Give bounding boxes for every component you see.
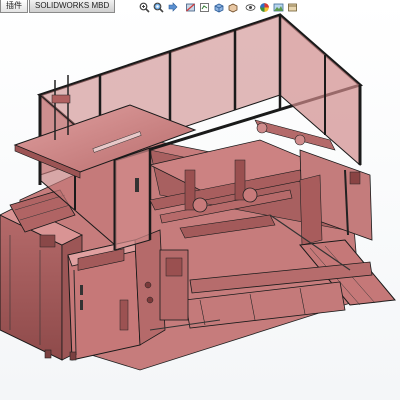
heads-up-view-toolbar — [138, 0, 299, 14]
zoom-to-area-icon[interactable] — [152, 1, 165, 14]
display-style-icon[interactable] — [226, 1, 239, 14]
tab-addins[interactable]: 插件 — [0, 0, 28, 13]
previous-view-icon[interactable] — [166, 1, 179, 14]
command-manager-tabs: 插件 SOLIDWORKS MBD — [0, 0, 116, 13]
zoom-to-fit-icon[interactable] — [138, 1, 151, 14]
graphics-area[interactable]: 插件 SOLIDWORKS MBD — [0, 0, 400, 400]
tab-solidworks-mbd[interactable]: SOLIDWORKS MBD — [29, 0, 116, 13]
view-settings-icon[interactable] — [286, 1, 299, 14]
edit-appearance-icon[interactable] — [258, 1, 271, 14]
cad-assembly-model[interactable] — [0, 0, 400, 400]
hide-show-items-icon[interactable] — [244, 1, 257, 14]
dynamic-annotation-icon[interactable] — [198, 1, 211, 14]
apply-scene-icon[interactable] — [272, 1, 285, 14]
section-view-icon[interactable] — [184, 1, 197, 14]
view-orientation-icon[interactable] — [212, 1, 225, 14]
electrical-cabinet — [67, 239, 141, 361]
